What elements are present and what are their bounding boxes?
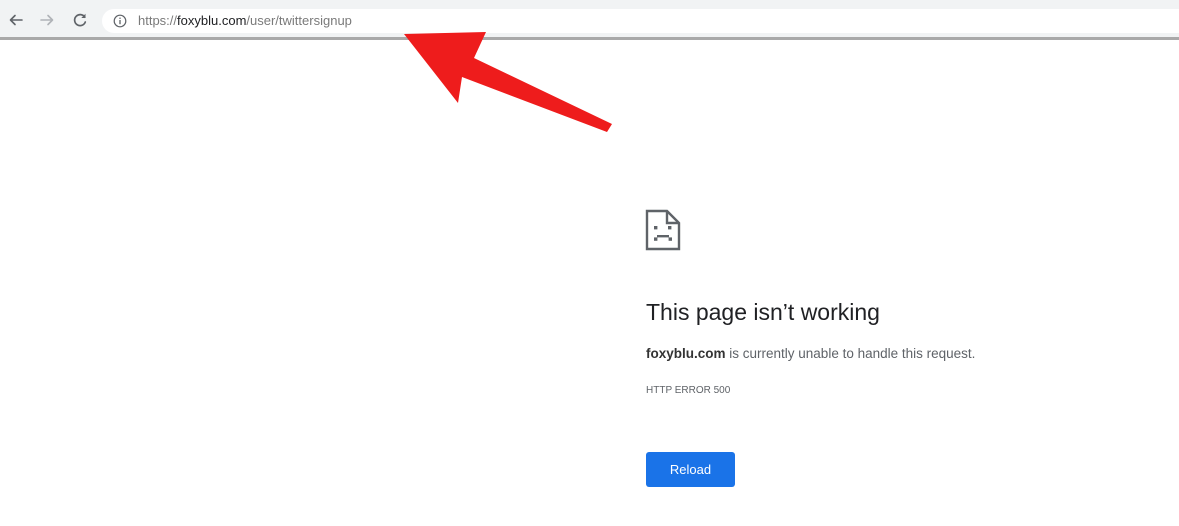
arrow-left-icon [9, 14, 23, 26]
reload-page-button[interactable] [69, 9, 91, 31]
arrow-right-icon [40, 14, 54, 26]
url-scheme: https:// [138, 13, 178, 28]
reload-icon [73, 13, 87, 27]
address-bar[interactable]: https://foxyblu.com/user/twittersignup [102, 9, 1179, 33]
error-code: HTTP ERROR 500 [646, 385, 731, 396]
red-arrow-annotation [404, 32, 612, 132]
sad-page-icon [645, 209, 681, 251]
error-message: is currently unable to handle this reque… [725, 346, 976, 361]
url-path: /user/twittersignup [246, 13, 352, 28]
browser-toolbar: https://foxyblu.com/user/twittersignup [0, 0, 1179, 40]
error-title: This page isn’t working [646, 299, 880, 325]
url-host: foxyblu.com [177, 13, 247, 28]
reload-button[interactable]: Reload [646, 452, 735, 487]
error-domain: foxyblu.com [646, 346, 726, 361]
info-icon[interactable] [113, 14, 127, 28]
forward-button[interactable] [36, 9, 58, 31]
back-button[interactable] [5, 9, 27, 31]
error-description: foxyblu.com is currently unable to handl… [646, 345, 975, 363]
url-text[interactable]: https://foxyblu.com/user/twittersignup [138, 13, 352, 29]
